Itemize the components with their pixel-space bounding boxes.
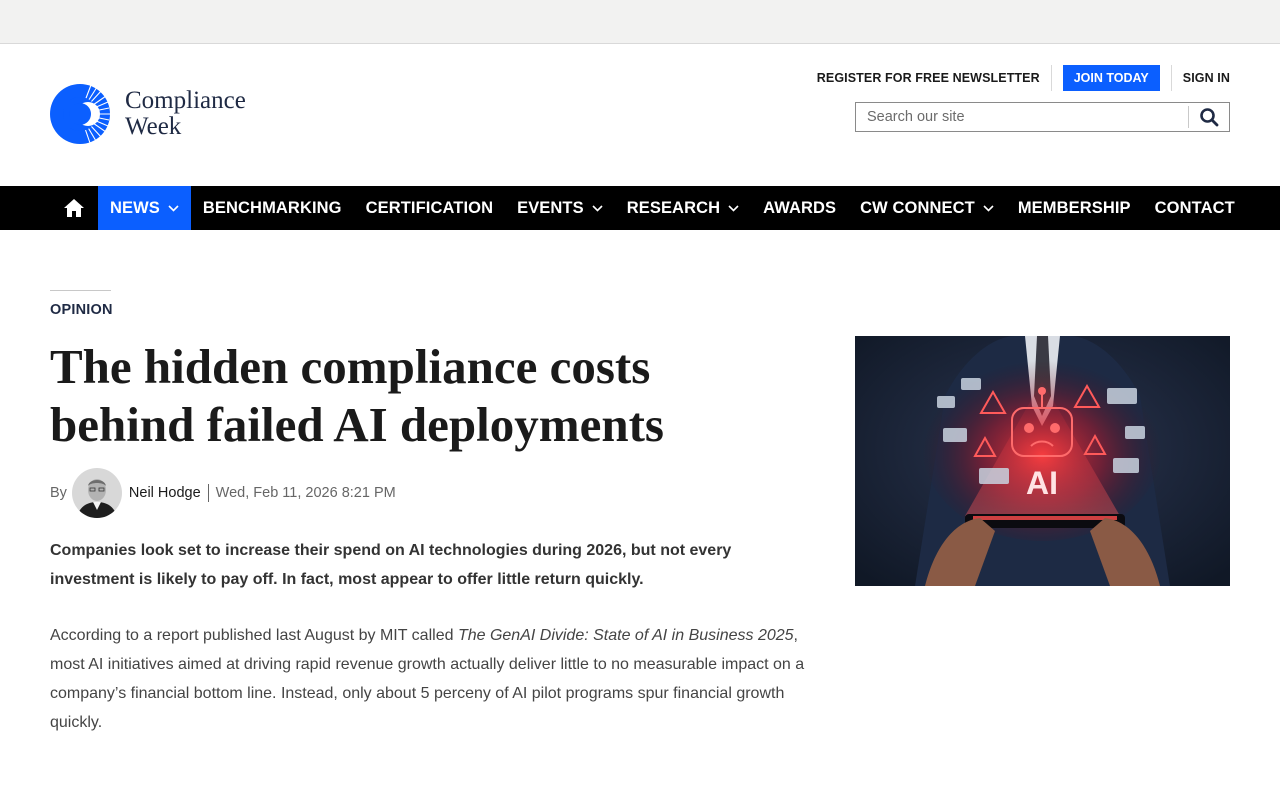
- article-body-paragraph: According to a report published last Aug…: [50, 621, 825, 737]
- article-standfirst: Companies look set to increase their spe…: [50, 542, 732, 588]
- article-byline: By Neil Hodge Wed, Feb 11, 2026 8:21 PM: [50, 468, 396, 518]
- logo-wordmark: Compliance Week: [125, 88, 246, 140]
- nav-item-label: RESEARCH: [626, 198, 721, 217]
- article-headline: The hidden compliance costs behind faile…: [50, 339, 664, 452]
- nav-item-awards[interactable]: AWARDS: [751, 186, 848, 230]
- nav-item-cw-connect[interactable]: CW CONNECT: [848, 186, 1006, 230]
- logo-line-2: Week: [125, 113, 182, 140]
- search-input[interactable]: [856, 103, 1189, 131]
- article-hero-image[interactable]: AI: [855, 336, 1230, 586]
- site-header: Compliance Week REGISTER FOR FREE NEWSLE…: [0, 44, 1280, 186]
- top-ad-strip: [0, 0, 1280, 44]
- nav-item-label: EVENTS: [517, 198, 584, 217]
- home-icon: [64, 199, 84, 217]
- nav-item-label: BENCHMARKING: [202, 198, 342, 217]
- author-avatar[interactable]: [71, 468, 122, 518]
- join-today-button[interactable]: JOIN TODAY: [1062, 65, 1160, 91]
- nav-item-label: CONTACT: [1154, 198, 1235, 217]
- nav-item-research[interactable]: RESEARCH: [615, 186, 751, 230]
- utility-links: REGISTER FOR FREE NEWSLETTER JOIN TODAY …: [817, 65, 1230, 91]
- nav-item-label: AWARDS: [763, 198, 837, 217]
- nav-item-label: NEWS: [110, 198, 160, 217]
- nav-item-certification[interactable]: CERTIFICATION: [354, 186, 505, 230]
- byline-divider: [207, 484, 209, 502]
- publish-date: Wed, Feb 11, 2026 8:21 PM: [215, 485, 396, 501]
- nav-item-label: CW CONNECT: [860, 198, 975, 217]
- byline-by: By: [50, 485, 67, 501]
- nav-items: NEWS BENCHMARKING CERTIFICATION EVENTS RESEA…: [50, 186, 1247, 230]
- nav-item-label: MEMBERSHIP: [1017, 198, 1131, 217]
- logo-line-1: Compliance: [125, 87, 246, 114]
- kicker-rule: [50, 290, 111, 291]
- nav-home[interactable]: [50, 186, 98, 230]
- sign-in-link[interactable]: SIGN IN: [1183, 71, 1230, 85]
- main-nav: NEWS BENCHMARKING CERTIFICATION EVENTS RESEA…: [0, 186, 1280, 230]
- site-logo[interactable]: Compliance Week: [50, 84, 246, 144]
- chevron-down-icon: [168, 204, 179, 212]
- body-text-start: According to a report published last Aug…: [50, 627, 458, 644]
- nav-item-benchmarking[interactable]: BENCHMARKING: [191, 186, 354, 230]
- nav-item-membership[interactable]: MEMBERSHIP: [1006, 186, 1143, 230]
- chevron-down-icon: [983, 204, 994, 212]
- nav-item-news[interactable]: NEWS: [98, 186, 191, 230]
- nav-item-contact[interactable]: CONTACT: [1143, 186, 1247, 230]
- nav-item-label: CERTIFICATION: [365, 198, 494, 217]
- logo-icon: [50, 84, 110, 144]
- utility-divider: [1170, 65, 1172, 91]
- author-name[interactable]: Neil Hodge: [129, 485, 201, 501]
- chevron-down-icon: [592, 204, 603, 212]
- search-button[interactable]: [1188, 106, 1229, 128]
- hero-ai-text: AI: [1026, 465, 1058, 501]
- newsletter-link[interactable]: REGISTER FOR FREE NEWSLETTER: [817, 71, 1040, 85]
- report-title: The GenAI Divide: State of AI in Busines…: [457, 627, 794, 644]
- chevron-down-icon: [728, 204, 739, 212]
- article-section-label[interactable]: OPINION: [50, 302, 113, 318]
- utility-divider: [1050, 65, 1052, 91]
- nav-item-events[interactable]: EVENTS: [505, 186, 615, 230]
- site-search: [855, 102, 1230, 132]
- search-icon: [1200, 108, 1219, 127]
